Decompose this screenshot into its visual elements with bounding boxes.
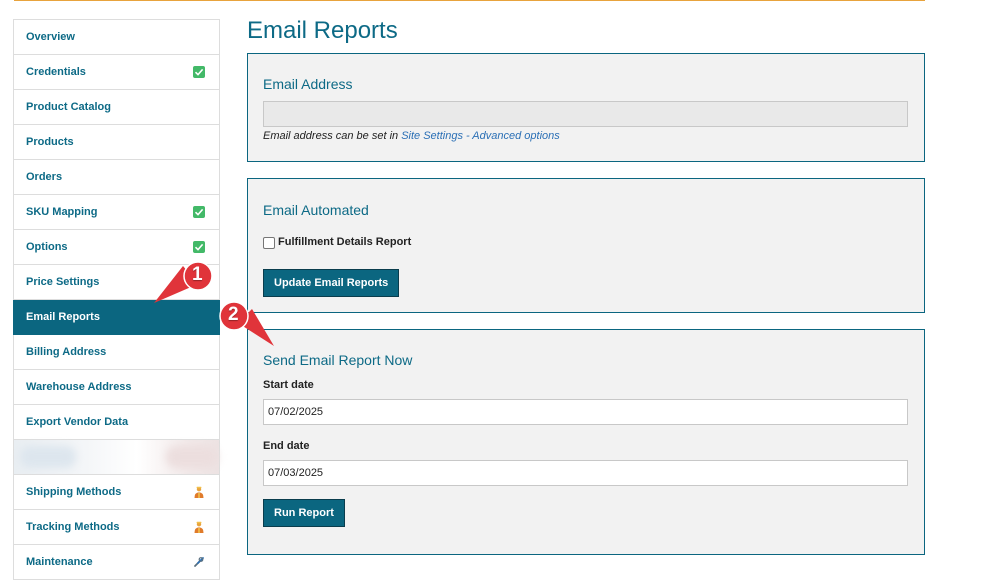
sidebar-item-label: Maintenance [26, 556, 93, 568]
fulfillment-report-checkbox[interactable] [263, 237, 275, 249]
sidebar-item-label: Product Catalog [26, 101, 111, 113]
check-icon [193, 241, 205, 253]
start-date-label: Start date [263, 379, 314, 391]
update-email-reports-button[interactable]: Update Email Reports [263, 269, 400, 297]
worker-icon [193, 521, 205, 533]
email-address-panel: Email Address Email address can be set i… [247, 53, 925, 162]
sidebar-item-label: Tracking Methods [26, 521, 120, 533]
site-settings-link[interactable]: Site Settings - Advanced options [401, 130, 560, 142]
sidebar-item-label: Credentials [26, 66, 86, 78]
start-date-input[interactable]: 07/02/2025 [263, 399, 908, 425]
email-automated-title: Email Automated [263, 202, 369, 218]
annotation-number: 1 [192, 264, 203, 285]
annotation-number: 2 [228, 304, 239, 325]
top-accent-line [14, 0, 925, 1]
sidebar-item-overview[interactable]: Overview [13, 20, 220, 55]
send-report-panel: Send Email Report Now Start date 07/02/2… [247, 329, 925, 555]
run-report-button[interactable]: Run Report [263, 499, 345, 527]
end-date-input[interactable]: 07/03/2025 [263, 460, 908, 486]
sidebar-item-product-catalog[interactable]: Product Catalog [13, 90, 220, 125]
sidebar-item-label: Products [26, 136, 74, 148]
sidebar-item-label: Price Settings [26, 276, 100, 288]
sidebar-item-billing-address[interactable]: Billing Address [13, 335, 220, 370]
fulfillment-report-label: Fulfillment Details Report [278, 236, 412, 248]
annotation-marker-2: 2 [218, 300, 278, 350]
sidebar-item-label: Billing Address [26, 346, 107, 358]
end-date-label: End date [263, 440, 310, 452]
tools-icon [193, 556, 205, 568]
sidebar-item-label: Email Reports [26, 311, 100, 323]
sidebar-item-orders[interactable]: Orders [13, 160, 220, 195]
email-address-field[interactable] [263, 101, 908, 127]
email-automated-panel: Email Automated Fulfillment Details Repo… [247, 178, 925, 313]
sidebar-item-label: Shipping Methods [26, 486, 122, 498]
sidebar-item-sku-mapping[interactable]: SKU Mapping [13, 195, 220, 230]
redacted-blur [20, 446, 76, 468]
sidebar-item-products[interactable]: Products [13, 125, 220, 160]
sidebar-item-shipping-methods[interactable]: Shipping Methods [13, 475, 220, 510]
email-address-title: Email Address [263, 76, 353, 92]
sidebar-item-maintenance[interactable]: Maintenance [13, 545, 220, 580]
sidebar-item-label: SKU Mapping [26, 206, 98, 218]
send-report-title: Send Email Report Now [263, 352, 413, 368]
annotation-marker-1: 1 [150, 258, 220, 308]
check-icon [193, 66, 205, 78]
redacted-blur [166, 446, 218, 468]
sidebar-item-export-vendor-data[interactable]: Export Vendor Data [13, 405, 220, 440]
sidebar-item-label: Export Vendor Data [26, 416, 129, 428]
worker-icon [193, 486, 205, 498]
sidebar-item-tracking-methods[interactable]: Tracking Methods [13, 510, 220, 545]
sidebar-item-label: Warehouse Address [26, 381, 132, 393]
sidebar-item-label: Overview [26, 31, 75, 43]
sidebar-item-redacted[interactable] [13, 440, 220, 475]
hint-text: Email address can be set in [263, 130, 402, 142]
check-icon [193, 206, 205, 218]
page-title: Email Reports [247, 17, 398, 44]
sidebar-item-warehouse-address[interactable]: Warehouse Address [13, 370, 220, 405]
sidebar-item-label: Options [26, 241, 68, 253]
email-address-hint: Email address can be set in Site Setting… [263, 130, 560, 142]
sidebar-item-credentials[interactable]: Credentials [13, 55, 220, 90]
sidebar-item-label: Orders [26, 171, 63, 183]
fulfillment-report-option: Fulfillment Details Report [263, 235, 411, 249]
